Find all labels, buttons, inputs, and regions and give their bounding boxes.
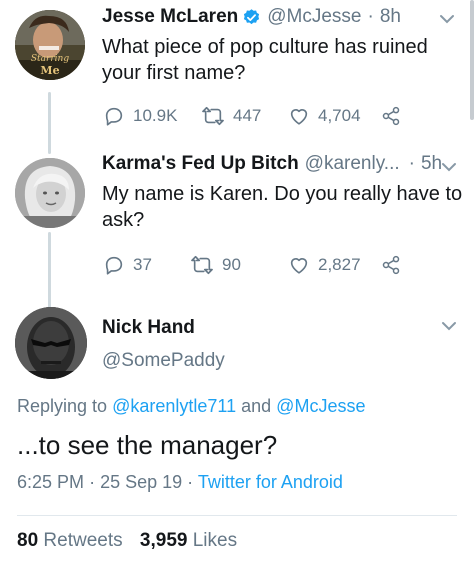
retweet-count: 80 bbox=[17, 530, 39, 551]
like-icon bbox=[290, 109, 308, 125]
replying-to: Replying to @karenlytle711 and @McJesse bbox=[17, 396, 365, 417]
reply-icon bbox=[105, 107, 123, 126]
chevron-down-icon[interactable] bbox=[440, 317, 458, 335]
chevron-down-icon[interactable] bbox=[438, 10, 456, 28]
like-icon bbox=[290, 258, 308, 274]
mention-link[interactable]: @karenlytle711 bbox=[112, 396, 236, 416]
tweet-text-line: ask? bbox=[102, 209, 145, 231]
author-name[interactable]: Jesse McLaren bbox=[102, 6, 238, 28]
like-count: 3,959 bbox=[139, 530, 188, 551]
replying-and: and bbox=[241, 396, 272, 416]
avatar[interactable]: Starring Me bbox=[15, 10, 85, 80]
reply-count: 10.9K bbox=[133, 106, 178, 125]
tweet-header: Karma's Fed Up Bitch @karenly... · 5h bbox=[102, 153, 442, 175]
retweet-count: 447 bbox=[233, 106, 262, 125]
likes-stat[interactable]: 3,959 Likes bbox=[140, 530, 237, 551]
share-icon[interactable] bbox=[381, 106, 401, 126]
separator-dot: · bbox=[367, 6, 374, 27]
tweet-text-line: My name is Karen. Do you really have to bbox=[102, 183, 463, 205]
like-label: Likes bbox=[192, 530, 238, 551]
retweets-stat[interactable]: 80 Retweets bbox=[17, 530, 128, 551]
like-button[interactable]: 4,704 bbox=[288, 105, 361, 127]
author-handle[interactable]: @karenly... bbox=[305, 153, 400, 175]
mention-link[interactable]: @McJesse bbox=[276, 396, 365, 416]
thread-line bbox=[48, 92, 51, 154]
like-button[interactable]: 2,827 bbox=[288, 254, 361, 276]
verified-badge-icon bbox=[242, 8, 261, 27]
share-icon[interactable] bbox=[381, 255, 401, 275]
retweet-label: Retweets bbox=[43, 530, 123, 551]
retweet-icon bbox=[191, 255, 213, 275]
tweet-text-line: What piece of pop culture has ruined bbox=[102, 36, 428, 58]
author-handle[interactable]: @McJesse bbox=[267, 6, 361, 28]
author-handle[interactable]: @SomePaddy bbox=[102, 350, 225, 372]
engagement-stats: 80 Retweets 3,959 Likes bbox=[17, 530, 237, 552]
avatar-photo bbox=[15, 158, 85, 228]
retweet-count: 90 bbox=[222, 255, 241, 274]
retweet-button[interactable]: 447 bbox=[201, 105, 261, 127]
replying-prefix: Replying to bbox=[17, 396, 108, 416]
like-count: 2,827 bbox=[318, 255, 361, 274]
avatar-caption-top: Starring bbox=[30, 54, 70, 64]
tweet-text: What piece of pop culture has ruined you… bbox=[102, 34, 428, 86]
scrollbar[interactable] bbox=[470, 0, 474, 120]
avatar-photo bbox=[15, 307, 87, 379]
like-count: 4,704 bbox=[318, 106, 361, 125]
chevron-down-icon[interactable] bbox=[440, 158, 458, 176]
avatar-caption-bottom: Me bbox=[40, 64, 60, 77]
tweet-date[interactable]: 25 Sep 19 bbox=[100, 472, 182, 492]
tweet-time[interactable]: 5h bbox=[421, 153, 442, 175]
tweet-meta: 6:25 PM · 25 Sep 19 · Twitter for Androi… bbox=[17, 472, 343, 493]
retweet-icon bbox=[202, 106, 224, 126]
avatar[interactable] bbox=[15, 158, 85, 228]
separator-dot: · bbox=[89, 472, 96, 492]
tweet-text: My name is Karen. Do you really have to … bbox=[102, 181, 462, 233]
client-link[interactable]: Twitter for Android bbox=[198, 472, 343, 492]
reply-icon bbox=[105, 256, 123, 275]
author-name[interactable]: Nick Hand bbox=[102, 317, 195, 339]
retweet-button[interactable]: 90 bbox=[190, 254, 241, 276]
divider bbox=[17, 515, 457, 516]
tweet-text-line: your first name? bbox=[102, 62, 246, 84]
reply-count: 37 bbox=[133, 255, 152, 274]
separator-dot: · bbox=[408, 153, 415, 174]
author-name[interactable]: Karma's Fed Up Bitch bbox=[102, 153, 299, 175]
reply-button[interactable]: 10.9K bbox=[103, 105, 177, 127]
separator-dot: · bbox=[187, 472, 194, 492]
thread-line bbox=[48, 232, 51, 310]
tweet-time[interactable]: 6:25 PM bbox=[17, 472, 84, 492]
tweet-time[interactable]: 8h bbox=[380, 6, 401, 28]
tweet-text: ...to see the manager? bbox=[17, 430, 278, 460]
avatar[interactable] bbox=[15, 307, 87, 379]
tweet-header: Jesse McLaren @McJesse · 8h bbox=[102, 6, 401, 28]
reply-button[interactable]: 37 bbox=[103, 254, 152, 276]
